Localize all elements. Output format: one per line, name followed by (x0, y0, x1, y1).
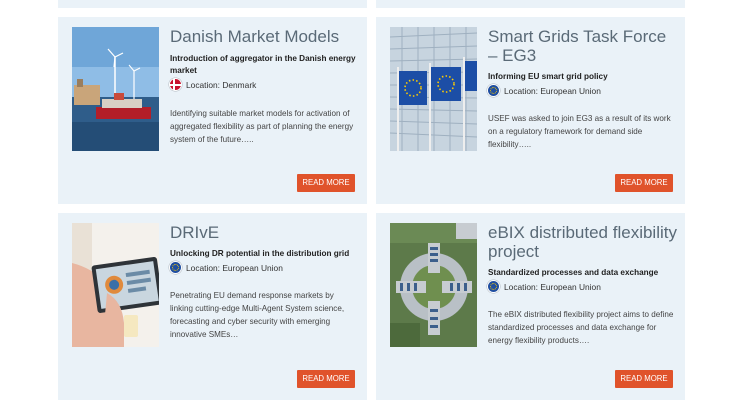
location-label: Location: Denmark (186, 79, 257, 90)
project-card-smart-grids-task-force: Smart Grids Task Force – EG3 Informing E… (376, 17, 685, 204)
eu-flag-icon (488, 85, 499, 96)
project-image-aerial[interactable] (390, 223, 477, 347)
location-label: Location: European Union (504, 85, 601, 96)
card-location: Location: Denmark (170, 79, 256, 90)
read-more-button[interactable]: READ MORE (297, 174, 355, 192)
card-subtitle: Introduction of aggregator in the Danish… (170, 54, 356, 75)
project-image-harbor[interactable] (72, 27, 159, 151)
project-image-eu-flags[interactable] (390, 27, 477, 151)
denmark-flag-icon (170, 79, 181, 90)
card-description: USEF was asked to join EG3 as a result o… (488, 114, 671, 149)
card-title[interactable]: Danish Market Models (170, 27, 360, 46)
eu-flag-icon (170, 262, 181, 273)
card-description: Identifying suitable market models for a… (170, 109, 354, 144)
read-more-button[interactable]: READ MORE (615, 174, 673, 192)
project-card-danish-market-models: Danish Market Models Introduction of agg… (58, 17, 367, 204)
card-title[interactable]: DRIvE (170, 223, 360, 242)
card-subtitle: Unlocking DR potential in the distributi… (170, 249, 350, 258)
card-title[interactable]: Smart Grids Task Force – EG3 (488, 27, 678, 65)
location-label: Location: European Union (504, 281, 601, 292)
card-subtitle: Standardized processes and data exchange (488, 268, 659, 277)
read-more-button[interactable]: READ MORE (297, 370, 355, 388)
card-description: The eBIX distributed flexibility project… (488, 310, 674, 345)
location-label: Location: European Union (186, 262, 283, 273)
card-location: Location: European Union (488, 281, 601, 292)
eu-flag-icon (488, 281, 499, 292)
project-card-drive: DRIvE Unlocking DR potential in the dist… (58, 213, 367, 400)
card-description: Penetrating EU demand response markets b… (170, 291, 345, 339)
project-card-ebix: eBIX distributed flexibility project Sta… (376, 213, 685, 400)
card-subtitle: Informing EU smart grid policy (488, 72, 608, 81)
card-title[interactable]: eBIX distributed flexibility project (488, 223, 678, 261)
previous-card-bottom-right (376, 0, 685, 8)
project-image-tablet[interactable] (72, 223, 159, 347)
card-location: Location: European Union (488, 85, 601, 96)
read-more-button[interactable]: READ MORE (615, 370, 673, 388)
previous-card-bottom-left (58, 0, 367, 8)
card-location: Location: European Union (170, 262, 283, 273)
